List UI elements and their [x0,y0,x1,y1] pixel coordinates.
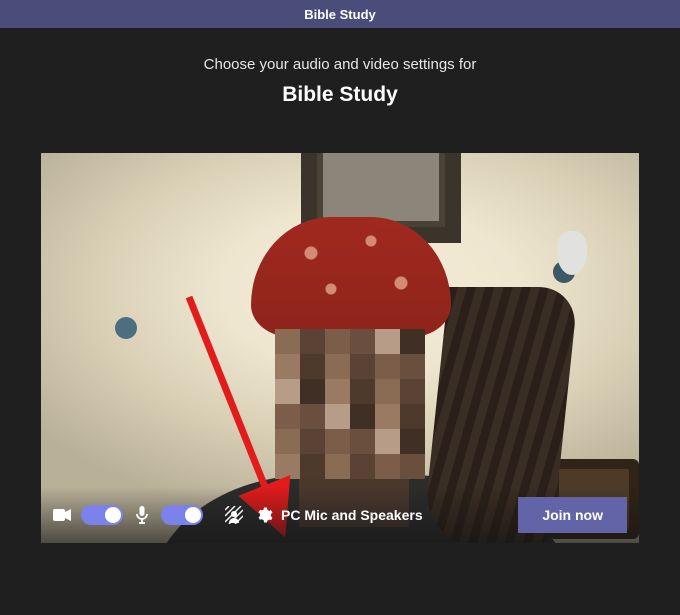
prejoin-controls: PC Mic and Speakers Join now [41,487,639,543]
settings-prompt: Choose your audio and video settings for [0,56,680,73]
gear-icon [255,506,273,524]
meeting-name: Bible Study [0,83,680,107]
join-now-button[interactable]: Join now [518,497,627,533]
device-label: PC Mic and Speakers [281,507,423,523]
device-settings[interactable]: PC Mic and Speakers [255,506,423,524]
window-title: Bible Study [304,7,376,22]
prejoin-header: Choose your audio and video settings for… [0,28,680,107]
camera-icon [53,506,71,524]
background-effects-icon[interactable] [225,506,243,524]
mic-toggle[interactable] [161,505,203,525]
mic-icon [133,506,151,524]
camera-feed [41,153,639,543]
title-bar: Bible Study [0,0,680,28]
video-preview: PC Mic and Speakers Join now [41,153,639,543]
camera-toggle[interactable] [81,505,123,525]
